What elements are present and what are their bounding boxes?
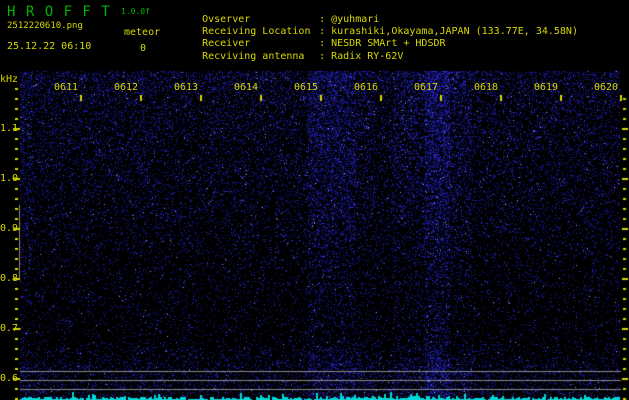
y-axis-unit-label: kHz xyxy=(0,74,19,85)
y-tick-label: 1.0 xyxy=(0,173,19,184)
y-tick-label: 1.1 xyxy=(0,123,19,134)
x-tick-label: 0619 xyxy=(534,82,559,93)
x-tick-label: 0612 xyxy=(114,82,139,93)
x-tick-label: 0613 xyxy=(174,82,199,93)
x-tick-label: 0616 xyxy=(354,82,379,93)
x-tick-label: 0615 xyxy=(294,82,319,93)
y-tick-label: 0.7 xyxy=(0,323,19,334)
x-tick-label: 0618 xyxy=(474,82,499,93)
x-tick-label: 0611 xyxy=(54,82,79,93)
y-tick-label: 0.9 xyxy=(0,223,19,234)
x-tick-label: 0614 xyxy=(234,82,259,93)
x-tick-label: 0617 xyxy=(414,82,439,93)
spectrogram-canvas xyxy=(0,0,629,400)
y-tick-label: 0.6 xyxy=(0,373,19,384)
y-tick-label: 0.8 xyxy=(0,273,19,284)
x-tick-label: 0620 xyxy=(594,82,619,93)
hrofft-screen: H R O F F T 1.0.0f 2512220610.png meteor… xyxy=(0,0,629,400)
